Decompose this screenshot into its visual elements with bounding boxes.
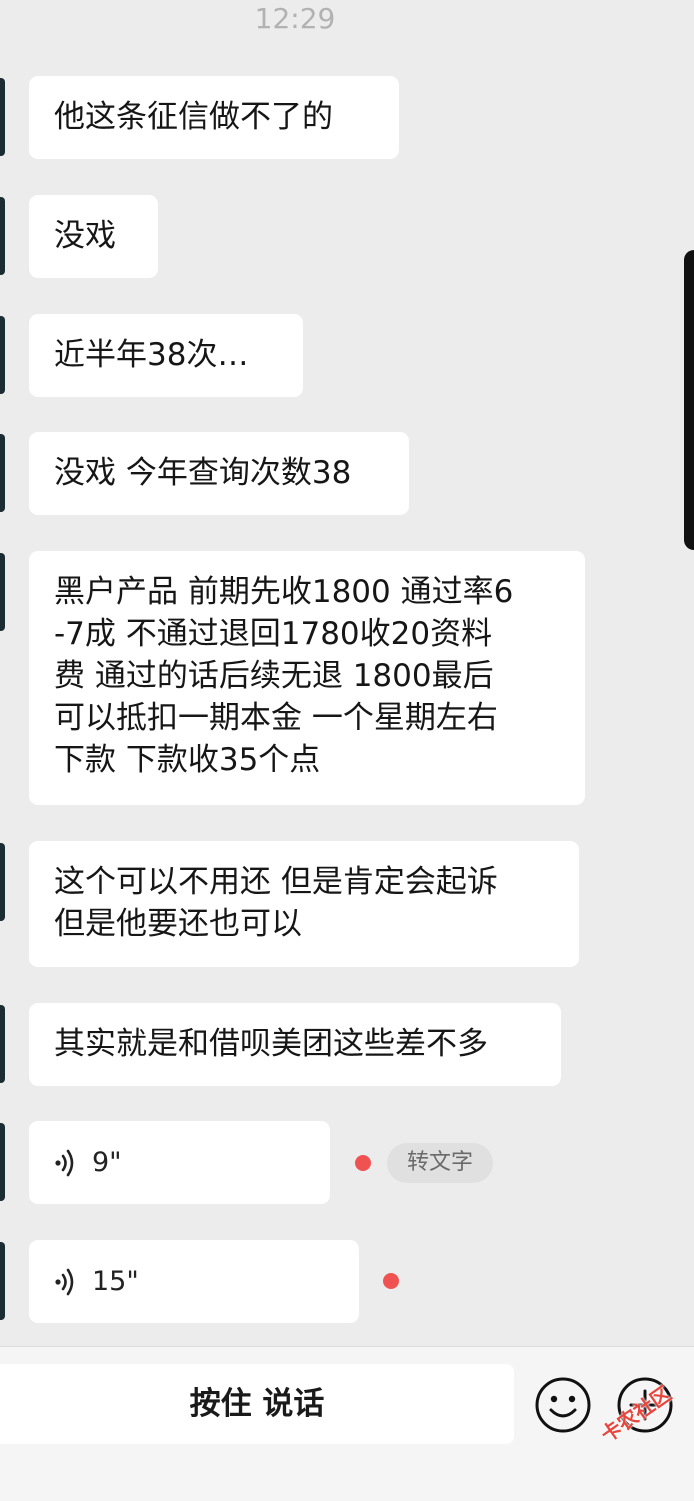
edge-shadow xyxy=(684,250,694,550)
avatar[interactable] xyxy=(0,1123,5,1201)
avatar[interactable] xyxy=(0,553,5,631)
message-text: 近半年38次… xyxy=(54,337,249,373)
message-text: 其实就是和借呗美团这些差不多 xyxy=(54,1026,488,1062)
message-bubble[interactable]: 近半年38次… xyxy=(29,314,303,397)
avatar[interactable] xyxy=(0,1242,5,1320)
convert-to-text-button[interactable]: 转文字 xyxy=(387,1143,493,1183)
voice-message-bubble[interactable]: 9" xyxy=(29,1121,330,1204)
message-bubble[interactable]: 其实就是和借呗美团这些差不多 xyxy=(29,1003,561,1086)
message-bubble[interactable]: 这个可以不用还 但是肯定会起诉 但是他要还也可以 xyxy=(29,841,579,967)
message-line: 黑户产品 前期先收1800 通过率6 xyxy=(54,574,514,610)
voice-duration: 9" xyxy=(92,1146,122,1178)
message-line: 这个可以不用还 但是肯定会起诉 xyxy=(54,864,498,900)
avatar[interactable] xyxy=(0,434,5,512)
unread-dot xyxy=(383,1273,399,1289)
emoji-button[interactable] xyxy=(534,1376,592,1434)
message-bubble[interactable]: 没戏 xyxy=(29,195,158,278)
voice-wave-icon xyxy=(55,1268,74,1295)
message-text: 没戏 今年查询次数38 xyxy=(54,455,352,491)
message-line: 但是他要还也可以 xyxy=(54,906,302,942)
voice-message-bubble[interactable]: 15" xyxy=(29,1240,359,1323)
avatar[interactable] xyxy=(0,843,5,921)
hold-to-talk-button[interactable]: 按住 说话 xyxy=(0,1364,514,1444)
message-line: -7成 不通过退回1780收20资料 xyxy=(54,616,493,652)
voice-wave-icon xyxy=(55,1149,74,1176)
avatar[interactable] xyxy=(0,1005,5,1083)
message-text: 他这条征信做不了的 xyxy=(54,99,333,135)
message-line: 费 通过的话后续无退 1800最后 xyxy=(54,658,494,694)
unread-dot xyxy=(355,1155,371,1171)
avatar[interactable] xyxy=(0,316,5,394)
message-line: 可以抵扣一期本金 一个星期左右 xyxy=(54,700,498,736)
smiley-icon xyxy=(535,1377,591,1433)
message-bubble[interactable]: 没戏 今年查询次数38 xyxy=(29,432,409,515)
message-bubble[interactable]: 黑户产品 前期先收1800 通过率6 -7成 不通过退回1780收20资料 费 … xyxy=(29,551,585,805)
message-bubble[interactable]: 他这条征信做不了的 xyxy=(29,76,399,159)
avatar[interactable] xyxy=(0,78,5,156)
avatar[interactable] xyxy=(0,197,5,275)
message-line: 下款 下款收35个点 xyxy=(54,742,321,778)
status-time: 12:29 xyxy=(254,2,336,35)
voice-duration: 15" xyxy=(92,1265,139,1297)
message-text: 没戏 xyxy=(54,218,116,254)
